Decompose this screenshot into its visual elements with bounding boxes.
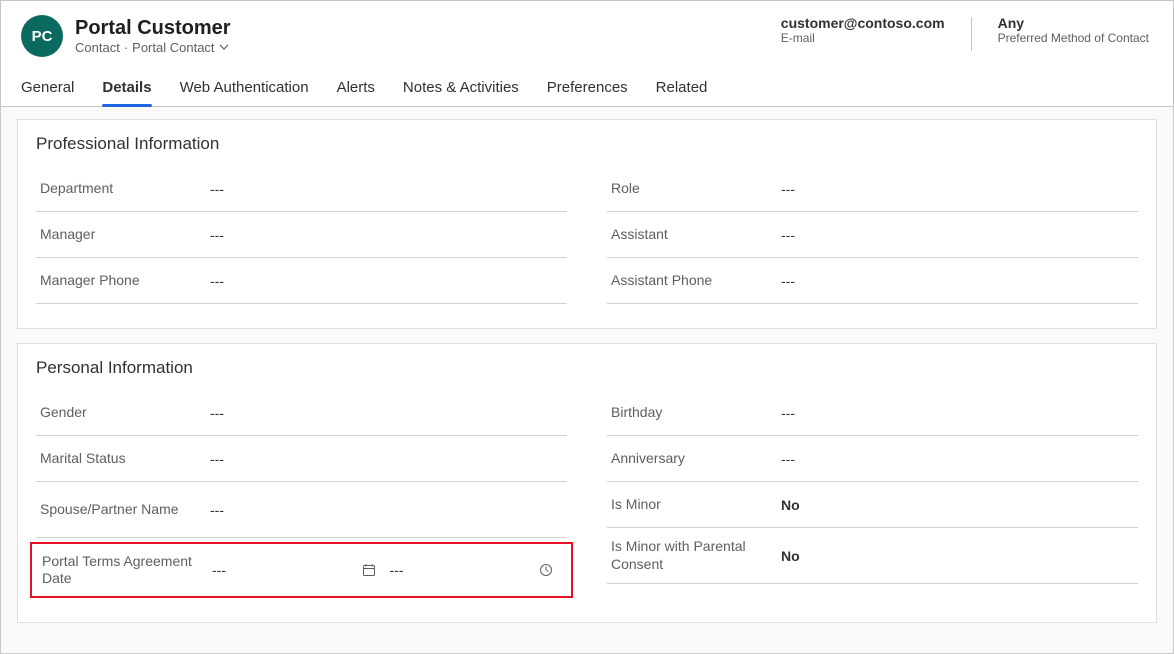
header-left: PC Portal Customer Contact · Portal Cont… [21, 15, 231, 57]
field-assistant[interactable]: Assistant --- [607, 212, 1138, 258]
value-is-minor: No [781, 497, 1134, 513]
tab-preferences[interactable]: Preferences [547, 73, 628, 106]
avatar: PC [21, 15, 63, 57]
professional-right-column: Role --- Assistant --- Assistant Phone -… [607, 166, 1138, 304]
value-is-minor-parental-consent: No [781, 548, 1134, 564]
field-role[interactable]: Role --- [607, 166, 1138, 212]
entity-type: Contact [75, 40, 120, 55]
field-manager-phone[interactable]: Manager Phone --- [36, 258, 567, 304]
personal-left-column: Gender --- Marital Status --- Spouse/Par… [36, 390, 567, 598]
value-assistant-phone: --- [781, 273, 1134, 289]
header-email-value: customer@contoso.com [781, 15, 945, 31]
personal-right-column: Birthday --- Anniversary --- Is Minor No… [607, 390, 1138, 598]
header-right: customer@contoso.com E-mail Any Preferre… [777, 15, 1153, 51]
tab-details[interactable]: Details [102, 73, 151, 106]
header-field-email[interactable]: customer@contoso.com E-mail [777, 15, 949, 45]
tab-related[interactable]: Related [656, 73, 708, 106]
field-is-minor-parental-consent[interactable]: Is Minor with Parental Consent No [607, 528, 1138, 584]
label-manager: Manager [40, 226, 210, 244]
form-selector-label: Portal Contact [132, 40, 214, 55]
record-header: PC Portal Customer Contact · Portal Cont… [1, 1, 1173, 63]
tab-alerts[interactable]: Alerts [337, 73, 375, 106]
value-spouse-partner-name: --- [210, 502, 563, 518]
label-department: Department [40, 180, 210, 198]
form-content: Professional Information Department --- … [1, 107, 1173, 653]
field-department[interactable]: Department --- [36, 166, 567, 212]
section-professional-information: Professional Information Department --- … [17, 119, 1157, 329]
tab-bar: General Details Web Authentication Alert… [1, 63, 1173, 107]
record-subtitle[interactable]: Contact · Portal Contact [75, 40, 231, 55]
field-portal-terms-agreement-date[interactable]: Portal Terms Agreement Date --- [38, 548, 565, 592]
portal-terms-time-part[interactable]: --- [390, 562, 562, 578]
field-spouse-partner-name[interactable]: Spouse/Partner Name --- [36, 482, 567, 538]
highlight-portal-terms: Portal Terms Agreement Date --- [30, 542, 573, 598]
label-portal-terms: Portal Terms Agreement Date [42, 553, 212, 588]
field-manager[interactable]: Manager --- [36, 212, 567, 258]
section-title-personal: Personal Information [36, 358, 1138, 378]
label-birthday: Birthday [611, 404, 781, 422]
value-manager-phone: --- [210, 273, 563, 289]
chevron-down-icon [219, 42, 229, 52]
section-title-professional: Professional Information [36, 134, 1138, 154]
tab-notes-activities[interactable]: Notes & Activities [403, 73, 519, 106]
header-email-label: E-mail [781, 31, 945, 45]
header-pref-value: Any [998, 15, 1149, 31]
portal-terms-date-part[interactable]: --- [212, 562, 384, 578]
value-department: --- [210, 181, 563, 197]
section-personal-information: Personal Information Gender --- Marital … [17, 343, 1157, 623]
label-spouse-partner-name: Spouse/Partner Name [40, 501, 210, 519]
header-divider [971, 17, 972, 51]
label-marital-status: Marital Status [40, 450, 210, 468]
field-birthday[interactable]: Birthday --- [607, 390, 1138, 436]
label-anniversary: Anniversary [611, 450, 781, 468]
label-is-minor: Is Minor [611, 496, 781, 514]
label-gender: Gender [40, 404, 210, 422]
label-assistant-phone: Assistant Phone [611, 272, 781, 290]
label-is-minor-parental-consent: Is Minor with Parental Consent [611, 538, 781, 573]
calendar-icon[interactable] [362, 563, 376, 577]
label-role: Role [611, 180, 781, 198]
field-anniversary[interactable]: Anniversary --- [607, 436, 1138, 482]
tab-web-authentication[interactable]: Web Authentication [180, 73, 309, 106]
field-assistant-phone[interactable]: Assistant Phone --- [607, 258, 1138, 304]
value-portal-terms-date: --- [212, 562, 226, 578]
label-manager-phone: Manager Phone [40, 272, 210, 290]
subtitle-sep: · [124, 40, 128, 55]
clock-icon[interactable] [539, 563, 553, 577]
header-pref-label: Preferred Method of Contact [998, 31, 1149, 45]
field-is-minor[interactable]: Is Minor No [607, 482, 1138, 528]
title-block: Portal Customer Contact · Portal Contact [75, 17, 231, 55]
field-gender[interactable]: Gender --- [36, 390, 567, 436]
tab-general[interactable]: General [21, 73, 74, 106]
professional-left-column: Department --- Manager --- Manager Phone… [36, 166, 567, 304]
value-marital-status: --- [210, 451, 563, 467]
page-title: Portal Customer [75, 17, 231, 40]
value-role: --- [781, 181, 1134, 197]
header-field-preferred-contact[interactable]: Any Preferred Method of Contact [994, 15, 1153, 45]
field-marital-status[interactable]: Marital Status --- [36, 436, 567, 482]
label-assistant: Assistant [611, 226, 781, 244]
value-assistant: --- [781, 227, 1134, 243]
value-portal-terms-time: --- [390, 562, 404, 578]
value-birthday: --- [781, 405, 1134, 421]
value-anniversary: --- [781, 451, 1134, 467]
value-manager: --- [210, 227, 563, 243]
value-gender: --- [210, 405, 563, 421]
